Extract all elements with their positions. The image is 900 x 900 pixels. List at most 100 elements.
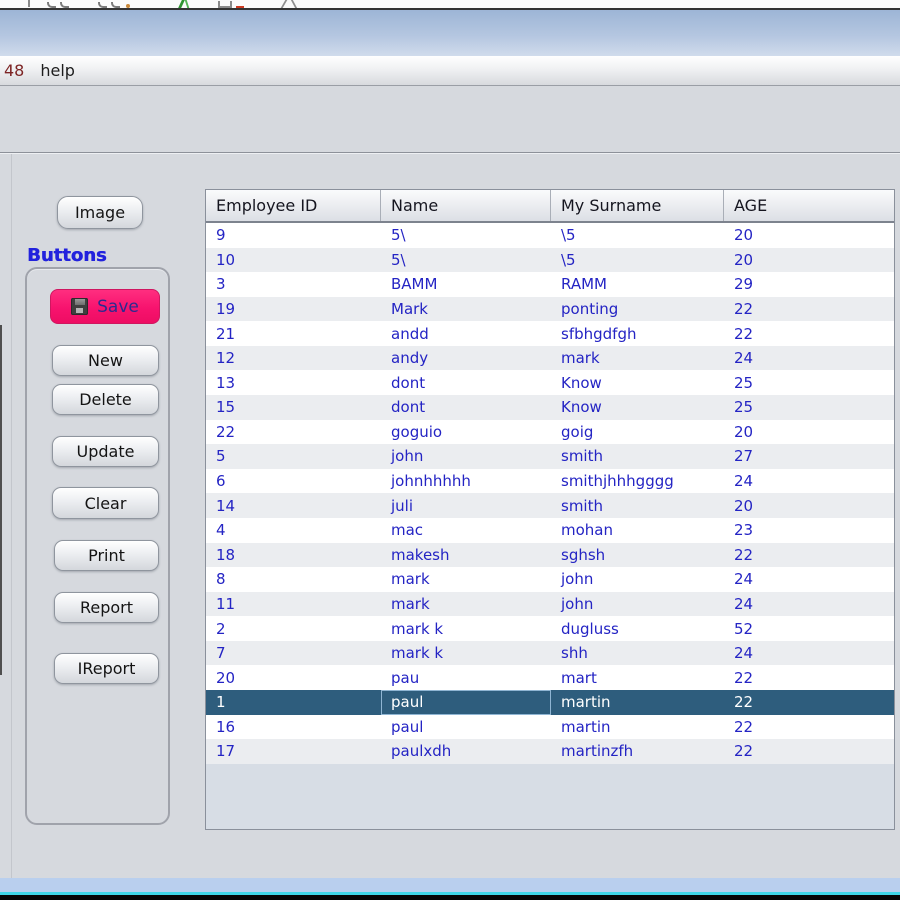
table-cell[interactable]: 22 <box>724 297 894 322</box>
table-cell[interactable]: 19 <box>206 297 381 322</box>
table-row[interactable]: 14 juli smith 20 <box>206 493 894 518</box>
table-cell[interactable]: martin <box>551 715 724 740</box>
table-cell[interactable]: mac <box>381 518 551 543</box>
table-row[interactable]: 3 BAMM RAMM 29 <box>206 272 894 297</box>
table-cell[interactable]: 24 <box>724 592 894 617</box>
table-cell[interactable]: 7 <box>206 641 381 666</box>
table-cell[interactable]: 5\ <box>381 223 551 248</box>
table-cell[interactable]: mark k <box>381 641 551 666</box>
table-cell[interactable]: 1 <box>206 690 381 715</box>
table-cell[interactable]: john <box>551 592 724 617</box>
table-cell[interactable]: dont <box>381 395 551 420</box>
table-cell[interactable]: andd <box>381 321 551 346</box>
table-cell[interactable]: 20 <box>206 665 381 690</box>
table-cell[interactable]: johnhhhhh <box>381 469 551 494</box>
table-cell[interactable]: paul <box>381 690 551 715</box>
table-cell[interactable]: 24 <box>724 567 894 592</box>
table-row[interactable]: 17 paulxdh martinzfh 22 <box>206 739 894 764</box>
table-cell[interactable]: 22 <box>724 321 894 346</box>
table-cell[interactable]: 14 <box>206 493 381 518</box>
table-cell[interactable]: 20 <box>724 420 894 445</box>
column-header-employee-id[interactable]: Employee ID <box>206 190 381 221</box>
table-cell[interactable]: RAMM <box>551 272 724 297</box>
table-cell[interactable]: martin <box>551 690 724 715</box>
column-header-name[interactable]: Name <box>381 190 551 221</box>
table-cell[interactable]: dont <box>381 370 551 395</box>
table-cell[interactable]: dugluss <box>551 616 724 641</box>
menu-item-48[interactable]: 48 <box>4 61 24 80</box>
table-cell[interactable]: 18 <box>206 543 381 568</box>
table-row[interactable]: 15 dont Know 25 <box>206 395 894 420</box>
table-cell[interactable]: sfbhgdfgh <box>551 321 724 346</box>
table-cell[interactable]: john <box>551 567 724 592</box>
table-cell[interactable]: 11 <box>206 592 381 617</box>
table-cell[interactable]: \5 <box>551 248 724 273</box>
delete-button[interactable]: Delete <box>52 384 159 415</box>
table-cell[interactable]: andy <box>381 346 551 371</box>
table-row[interactable]: 5 john smith 27 <box>206 444 894 469</box>
table-row[interactable]: 19 Mark ponting 22 <box>206 296 894 322</box>
table-cell[interactable]: goig <box>551 420 724 445</box>
table-cell[interactable]: Know <box>551 370 724 395</box>
table-cell[interactable]: 22 <box>724 543 894 568</box>
table-cell[interactable]: 25 <box>724 395 894 420</box>
table-cell[interactable]: mohan <box>551 518 724 543</box>
report-button[interactable]: Report <box>54 592 159 623</box>
table-cell[interactable]: 22 <box>724 690 894 715</box>
table-row[interactable]: 6 johnhhhhh smithjhhhgggg 24 <box>206 468 894 494</box>
table-cell[interactable]: mark <box>381 567 551 592</box>
table-cell[interactable]: 16 <box>206 715 381 740</box>
table-row[interactable]: 20 pau mart 22 <box>206 665 894 690</box>
table-row[interactable]: 21 andd sfbhgdfgh 22 <box>206 321 894 346</box>
table-cell[interactable]: 22 <box>724 715 894 740</box>
table-cell[interactable]: 52 <box>724 616 894 641</box>
table-cell[interactable]: 23 <box>724 518 894 543</box>
new-button[interactable]: New <box>52 345 159 376</box>
table-cell[interactable]: 6 <box>206 469 381 494</box>
table-cell[interactable]: Mark <box>381 297 551 322</box>
table-cell[interactable]: 2 <box>206 616 381 641</box>
table-cell[interactable]: 22 <box>724 739 894 764</box>
table-cell[interactable]: sghsh <box>551 543 724 568</box>
table-cell[interactable]: goguio <box>381 420 551 445</box>
table-cell[interactable]: 5\ <box>381 248 551 273</box>
table-cell[interactable]: 22 <box>724 665 894 690</box>
table-cell[interactable]: Know <box>551 395 724 420</box>
table-row[interactable]: 10 5\ \5 20 <box>206 247 894 273</box>
table-row[interactable]: 2 mark k dugluss 52 <box>206 616 894 641</box>
table-cell[interactable]: smith <box>551 493 724 518</box>
table-cell[interactable]: john <box>381 444 551 469</box>
table-cell[interactable]: 29 <box>724 272 894 297</box>
table-cell[interactable]: juli <box>381 493 551 518</box>
table-cell[interactable]: 4 <box>206 518 381 543</box>
table-cell[interactable]: martinzfh <box>551 739 724 764</box>
table-cell[interactable]: 12 <box>206 346 381 371</box>
clear-button[interactable]: Clear <box>52 487 159 519</box>
table-cell[interactable]: 17 <box>206 739 381 764</box>
table-cell[interactable]: 24 <box>724 469 894 494</box>
table-cell[interactable]: 24 <box>724 346 894 371</box>
table-row[interactable]: 12 andy mark 24 <box>206 345 894 371</box>
table-cell[interactable]: makesh <box>381 543 551 568</box>
table-cell[interactable]: 21 <box>206 321 381 346</box>
table-cell[interactable]: 5 <box>206 444 381 469</box>
table-cell[interactable]: 8 <box>206 567 381 592</box>
table-cell[interactable]: smithjhhhgggg <box>551 469 724 494</box>
image-button[interactable]: Image <box>57 196 143 229</box>
table-cell[interactable]: pau <box>381 665 551 690</box>
table-cell[interactable]: 13 <box>206 370 381 395</box>
table-cell[interactable]: 25 <box>724 370 894 395</box>
update-button[interactable]: Update <box>52 436 159 467</box>
table-cell[interactable]: mark <box>381 592 551 617</box>
table-cell[interactable]: smith <box>551 444 724 469</box>
menu-item-help[interactable]: help <box>40 61 75 80</box>
window-title-bar[interactable] <box>0 10 900 56</box>
column-header-age[interactable]: AGE <box>724 190 894 221</box>
table-row[interactable]: 18 makesh sghsh 22 <box>206 542 894 568</box>
table-row[interactable]: 1 paul martin 22 <box>206 689 894 715</box>
table-row[interactable]: 16 paul martin 22 <box>206 714 894 740</box>
table-cell[interactable]: shh <box>551 641 724 666</box>
table-row[interactable]: 11 mark john 24 <box>206 591 894 617</box>
table-cell[interactable]: 20 <box>724 493 894 518</box>
table-cell[interactable]: paulxdh <box>381 739 551 764</box>
